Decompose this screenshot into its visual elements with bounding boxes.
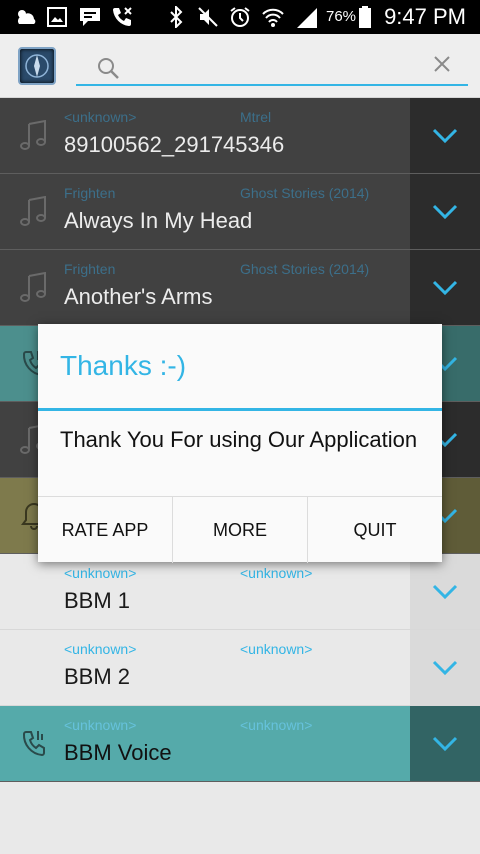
rate-app-button[interactable]: RATE APP (38, 497, 173, 563)
search-input[interactable] (76, 44, 468, 86)
more-button[interactable]: MORE (173, 497, 308, 563)
alarm-icon (228, 6, 252, 28)
gallery-icon (46, 6, 68, 28)
battery-percent: 76% (326, 8, 357, 25)
mute-icon (196, 6, 220, 28)
list-item[interactable]: <unknown> <unknown> BBM Voice (0, 706, 480, 782)
app-logo-icon[interactable] (18, 47, 56, 85)
quit-button[interactable]: QUIT (308, 497, 442, 563)
dialog-divider (38, 408, 442, 411)
status-bar: 76% 9:47 PM (0, 0, 480, 34)
battery-icon (358, 6, 372, 28)
bluetooth-icon (166, 6, 186, 28)
missed-call-icon (110, 6, 134, 28)
clock: 9:47 PM (384, 4, 466, 29)
dialog-message: Thank You For using Our Application (60, 427, 418, 452)
clear-search-icon[interactable] (432, 54, 452, 78)
expand-button[interactable] (410, 706, 480, 781)
search-icon (96, 56, 120, 80)
dialog-button-bar: RATE APP MORE QUIT (38, 496, 442, 563)
item-artist: <unknown> (64, 717, 137, 733)
phone-ringtone-icon (20, 728, 48, 760)
chevron-down-icon (432, 736, 458, 751)
signal-icon (294, 6, 320, 28)
item-title: BBM Voice (64, 740, 172, 765)
dialog-title: Thanks :-) (60, 350, 187, 381)
wifi-icon (260, 6, 286, 28)
app-bar (0, 34, 480, 98)
thanks-dialog: Thanks :-) Thank You For using Our Appli… (38, 324, 442, 563)
item-album: <unknown> (240, 717, 313, 733)
weather-icon (14, 6, 38, 28)
message-icon (78, 6, 102, 28)
